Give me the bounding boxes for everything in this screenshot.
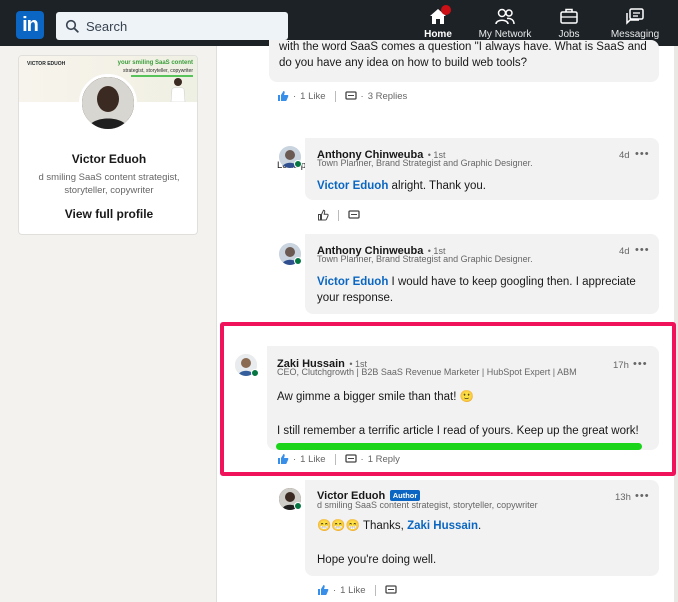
reply-bubble-victor: Victor Eduoh Author d smiling SaaS conte… <box>305 480 659 576</box>
reply-count[interactable]: 3 Replies <box>368 91 408 102</box>
like-count[interactable]: 1 Like <box>300 454 325 465</box>
comment-bubble-top: with the word SaaS comes a question "I a… <box>269 40 659 82</box>
highlight-underline <box>276 443 642 450</box>
online-status-indicator <box>294 257 302 265</box>
more-options-icon[interactable]: ••• <box>635 244 650 256</box>
like-icon[interactable] <box>277 453 289 465</box>
view-full-profile-link[interactable]: View full profile <box>19 207 197 221</box>
nav-my-network[interactable]: My Network <box>474 7 536 40</box>
online-status-indicator <box>251 369 259 377</box>
messaging-icon <box>626 8 644 25</box>
reply-icon[interactable] <box>344 90 357 102</box>
profile-avatar[interactable] <box>79 74 137 132</box>
more-options-icon[interactable]: ••• <box>635 490 650 502</box>
comment-text-line: your response. <box>317 292 394 304</box>
cover-tagline-sub: strategist, storyteller, copywriter <box>122 68 193 74</box>
comment-text-line: do you have any idea on how to build web… <box>279 57 528 69</box>
like-count[interactable]: 1 Like <box>300 91 325 102</box>
cover-person-figure <box>170 78 186 102</box>
more-options-icon[interactable]: ••• <box>633 358 648 370</box>
profile-name[interactable]: Victor Eduoh <box>19 152 197 166</box>
comment-text: Hope you're doing well. <box>317 554 437 566</box>
comment-text: I still remember a terrific article I re… <box>277 425 639 437</box>
comment-actions-top: · 1 Like · 3 Replies <box>277 89 407 103</box>
comment-bubble-zaki: Zaki Hussain • 1st CEO, Clutchgrowth | B… <box>267 346 659 450</box>
search-box[interactable] <box>56 12 288 40</box>
nav-home[interactable]: Home <box>420 5 456 40</box>
reply-actions <box>317 208 360 222</box>
commenter-headline: CEO, Clutchgrowth | B2B SaaS Revenue Mar… <box>277 367 577 377</box>
reply-count[interactable]: 1 Reply <box>368 454 400 465</box>
comment-time: 17h <box>613 360 629 371</box>
comment-text: 😁😁😁 Thanks, Zaki Hussain. <box>317 520 482 532</box>
like-icon[interactable] <box>277 90 289 102</box>
comment-text: Victor Eduoh alright. Thank you. <box>317 180 486 192</box>
nav-jobs[interactable]: Jobs <box>552 7 586 40</box>
notification-badge <box>441 5 451 15</box>
cover-tagline: your smiling SaaS content <box>117 60 193 66</box>
profile-card: VICTOR EDUOH your smiling SaaS content s… <box>18 55 198 235</box>
comment-text: Victor Eduoh I would have to keep googli… <box>317 276 636 288</box>
reply-icon[interactable] <box>384 584 397 596</box>
like-outline-icon[interactable] <box>317 209 329 221</box>
commenter-headline: d smiling SaaS content strategist, story… <box>317 500 538 510</box>
search-icon <box>65 19 79 33</box>
reply-bubble: Anthony Chinweuba • 1st Town Planner, Br… <box>305 138 659 200</box>
like-icon[interactable] <box>317 584 329 596</box>
comment-actions-zaki: · 1 Like · 1 Reply <box>277 452 400 466</box>
comments-feed: with the word SaaS comes a question "I a… <box>216 40 678 602</box>
search-input[interactable] <box>86 12 282 40</box>
commenter-headline: Town Planner, Brand Strategist and Graph… <box>317 158 533 168</box>
comment-time: 13h <box>615 492 631 503</box>
online-status-indicator <box>294 160 302 168</box>
comment-text-line: with the word SaaS comes a question "I a… <box>279 41 647 53</box>
cover-brand: VICTOR EDUOH <box>27 61 66 67</box>
comment-time: 4d <box>619 150 630 161</box>
commenter-headline: Town Planner, Brand Strategist and Graph… <box>317 254 533 264</box>
nav-messaging[interactable]: Messaging <box>608 7 662 40</box>
mention-link[interactable]: Zaki Hussain <box>407 520 478 532</box>
mention-link[interactable]: Victor Eduoh <box>317 276 388 288</box>
like-count[interactable]: 1 Like <box>340 585 365 596</box>
more-options-icon[interactable]: ••• <box>635 148 650 160</box>
reply-icon[interactable] <box>348 209 360 221</box>
emoji-grin: 😁😁😁 <box>317 520 360 532</box>
mention-link[interactable]: Victor Eduoh <box>317 180 388 192</box>
scrollbar-track[interactable] <box>674 46 678 602</box>
online-status-indicator <box>294 502 302 510</box>
profile-headline: d smiling SaaS content strategist, story… <box>38 172 180 196</box>
reply-icon[interactable] <box>344 453 357 465</box>
linkedin-logo[interactable]: in <box>16 11 44 39</box>
reply-actions-victor: · 1 Like <box>317 583 397 597</box>
avatar-portrait <box>82 77 134 129</box>
people-icon <box>495 8 515 25</box>
comment-text: Aw gimme a bigger smile than that! 🙂 <box>277 391 474 403</box>
reply-bubble: Anthony Chinweuba • 1st Town Planner, Br… <box>305 234 659 314</box>
briefcase-icon <box>560 8 578 24</box>
comment-time: 4d <box>619 246 630 257</box>
